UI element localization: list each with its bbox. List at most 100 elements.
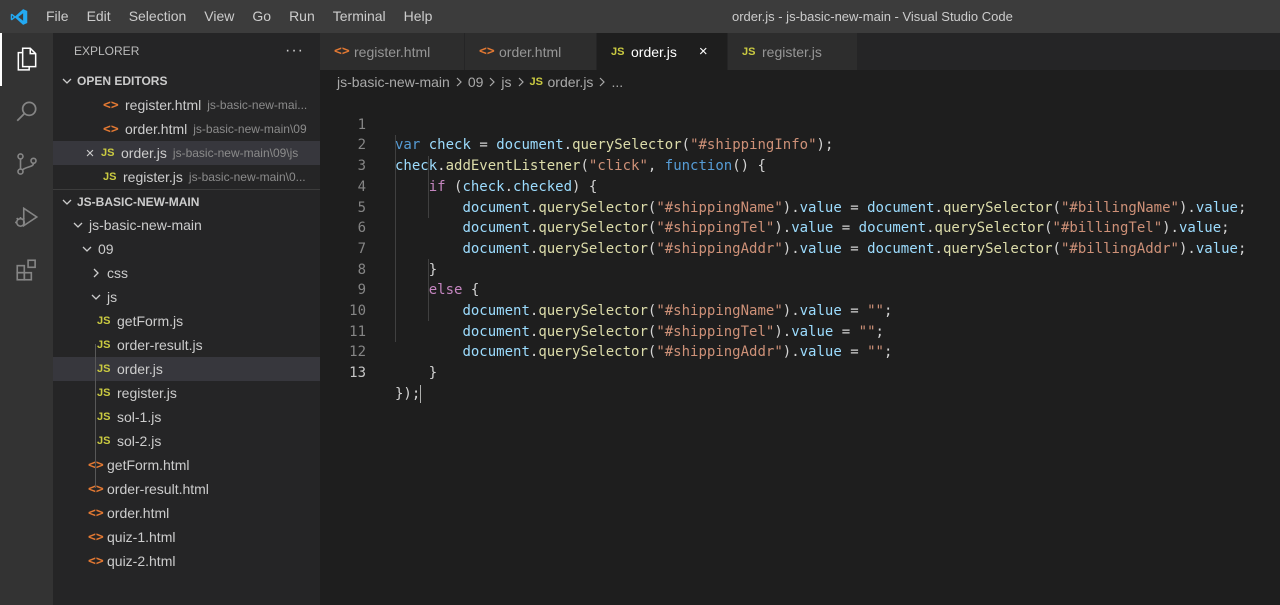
code-line: 8 else { [320,239,1280,299]
menu-file[interactable]: File [37,0,78,33]
menu-terminal[interactable]: Terminal [324,0,395,33]
html-file-icon: <> [334,44,350,59]
file-item[interactable]: <> getForm.html [53,453,320,477]
html-file-icon: <> [88,529,104,545]
open-editor-item[interactable]: <> register.html js-basic-new-mai... [53,93,320,117]
file-item[interactable]: JS register.js [53,381,320,405]
file-name: getForm.html [107,457,190,473]
menu-go[interactable]: Go [243,0,280,33]
close-icon[interactable]: × [79,145,101,162]
js-file-icon: JS [97,411,111,423]
menu-bar: File Edit Selection View Go Run Terminal… [37,0,441,33]
chevron-right-icon [598,74,606,90]
file-item[interactable]: JS sol-2.js [53,429,320,453]
code-editor[interactable]: 1 var check = document.querySelector("#s… [320,94,1280,605]
close-icon[interactable]: × [699,43,708,60]
source-control-button[interactable] [0,139,53,192]
breadcrumb-item[interactable]: ... [611,74,623,90]
file-name: sol-2.js [117,433,162,449]
more-actions-icon[interactable]: ··· [285,42,304,60]
line-number: 13 [349,365,366,382]
js-file-icon: JS [97,435,111,447]
editor-tabs: <> register.html <> order.html JS order.… [320,33,1280,70]
extensions-icon [14,257,40,286]
tab-register-html[interactable]: <> register.html [320,33,465,70]
open-editor-name: order.html [125,121,188,137]
html-file-icon: <> [103,121,119,137]
explorer-sidebar: EXPLORER ··· OPEN EDITORS <> register.ht… [53,33,320,605]
explorer-button[interactable] [0,33,53,86]
tab-register-js[interactable]: JS register.js [728,33,858,70]
file-item[interactable]: <> quiz-2.html [53,549,320,573]
folder-item[interactable]: js-basic-new-main [53,213,320,237]
tab-order-html[interactable]: <> order.html [465,33,597,70]
menu-edit[interactable]: Edit [78,0,120,33]
breadcrumb-item[interactable]: js-basic-new-main [337,74,450,90]
breadcrumb-item[interactable]: order.js [548,74,594,90]
js-file-icon: JS [611,45,625,58]
html-file-icon: <> [103,97,119,113]
open-editor-path: js-basic-new-mai... [207,98,308,112]
run-debug-icon [14,204,40,233]
folder-item[interactable]: css [53,261,320,285]
code-line: 6 document.querySelector("#shippingAddr"… [320,198,1280,257]
code-line: 1 var check = document.querySelector("#s… [320,94,1280,154]
folder-name: js [107,289,118,305]
run-debug-button[interactable] [0,192,53,245]
file-name: quiz-1.html [107,529,176,545]
html-file-icon: <> [479,44,495,59]
html-file-icon: <> [88,481,104,497]
open-editors-header[interactable]: OPEN EDITORS [53,69,320,93]
html-file-icon: <> [88,553,104,569]
chevron-down-icon [70,220,86,230]
html-file-icon: <> [88,458,107,473]
open-editor-item[interactable]: <> order.html js-basic-new-main\09 [53,117,320,141]
files-icon [14,45,40,74]
js-file-icon: JS [97,387,111,399]
search-button[interactable] [0,86,53,139]
folder-name: js-basic-new-main [89,217,202,233]
tab-label: order.html [499,43,562,60]
activity-bar [0,33,53,605]
code-line: 4 document.querySelector("#shippingName"… [320,156,1280,216]
menu-run[interactable]: Run [280,0,324,33]
menu-view[interactable]: View [195,0,243,33]
extensions-button[interactable] [0,245,53,298]
source-control-icon [14,151,40,180]
code-line: 3 if (check.checked) { [320,135,1280,195]
breadcrumb-item[interactable]: 09 [468,74,484,90]
menu-selection[interactable]: Selection [120,0,196,33]
folder-name: 09 [98,241,114,257]
code-line: 7 } [320,218,1280,278]
workspace-folder-header[interactable]: JS-BASIC-NEW-MAIN [53,189,320,213]
file-item[interactable]: JS getForm.js [53,309,320,333]
folder-item[interactable]: js [53,285,320,309]
tab-label: register.html [354,43,431,60]
file-item[interactable]: <> order.html [53,501,320,525]
html-file-icon: <> [88,505,104,521]
js-file-icon: JS [101,147,115,159]
open-editor-item[interactable]: JS register.js js-basic-new-main\0... [53,165,320,189]
file-name: order-result.html [107,481,209,497]
tab-order-js[interactable]: JS order.js × [597,33,728,70]
open-editor-path: js-basic-new-main\09 [193,122,307,136]
js-file-icon: JS [97,315,111,327]
open-editor-name: register.html [125,97,202,113]
folder-name: css [107,265,128,281]
file-item-selected[interactable]: JS order.js [53,357,320,381]
vscode-logo-icon [0,0,37,33]
file-item[interactable]: <> quiz-1.html [53,525,320,549]
open-editor-name: order.js [121,145,167,161]
open-editor-item-active[interactable]: × JS order.js js-basic-new-main\09\js [53,141,320,165]
chevron-right-icon [455,74,463,90]
file-name: sol-1.js [117,409,162,425]
chevron-down-icon [88,292,104,302]
file-item[interactable]: <> order-result.html [53,477,320,501]
file-name: register.js [117,385,177,401]
breadcrumb-item[interactable]: js [501,74,511,90]
folder-item[interactable]: 09 [53,237,320,261]
file-item[interactable]: JS order-result.js [53,333,320,357]
open-editor-path: js-basic-new-main\0... [188,170,306,184]
menu-help[interactable]: Help [395,0,442,33]
file-item[interactable]: JS sol-1.js [53,405,320,429]
